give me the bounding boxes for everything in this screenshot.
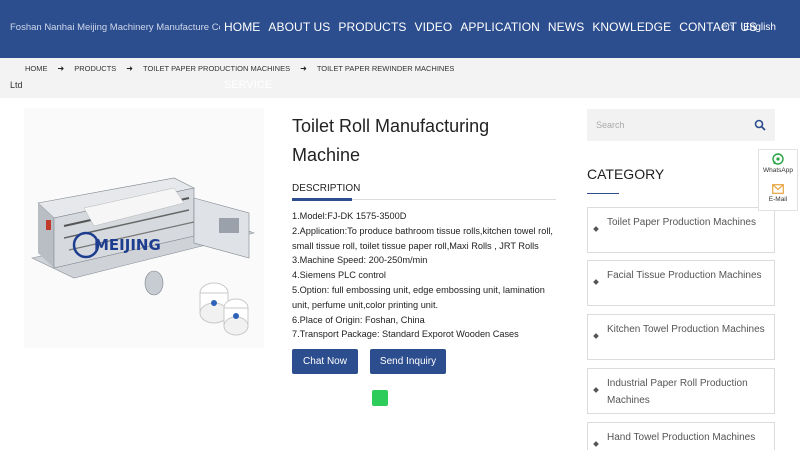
description-line: 2.Application:To produce bathroom tissue… (292, 225, 553, 251)
category-item-facial-tissue[interactable]: Facial Tissue Production Machines (587, 260, 775, 306)
nav-news[interactable]: NEWS (548, 20, 584, 34)
search-icon[interactable] (754, 119, 766, 131)
breadcrumb-products[interactable]: PRODUCTS (74, 64, 116, 73)
chat-now-button[interactable]: Chat Now (292, 349, 358, 374)
nav-products[interactable]: PRODUCTS (338, 20, 406, 34)
main-nav: HOME ABOUT US PRODUCTS VIDEO APPLICATION… (224, 20, 765, 34)
description-line: 6.Place of Origin: Foshan, China (292, 314, 425, 325)
nav-application[interactable]: APPLICATION (460, 20, 540, 34)
language-code: en (722, 22, 734, 33)
bullet-icon (593, 226, 599, 232)
whatsapp-link[interactable]: WhatsApp (759, 153, 797, 174)
breadcrumb-toilet-paper-production[interactable]: TOILET PAPER PRODUCTION MACHINES (143, 64, 290, 73)
category-title: CATEGORY (587, 166, 665, 182)
chevron-right-icon: ➜ (300, 64, 307, 73)
whatsapp-label: WhatsApp (763, 167, 793, 174)
description-line: 7.Transport Package: Standard Exporot Wo… (292, 329, 519, 340)
category-label: Industrial Paper Roll Production Machine… (607, 378, 748, 406)
brand-logo-text: MEIJING (94, 236, 161, 254)
send-inquiry-button[interactable]: Send Inquiry (370, 349, 446, 374)
breadcrumb-toilet-paper-rewinder[interactable]: TOILET PAPER REWINDER MACHINES (317, 64, 455, 73)
green-widget-icon[interactable] (372, 390, 388, 406)
breadcrumb-home[interactable]: HOME (25, 64, 48, 73)
mail-icon (772, 184, 784, 194)
bullet-icon (593, 279, 599, 285)
bullet-icon (593, 441, 599, 447)
category-label: Toilet Paper Production Machines (607, 217, 756, 228)
nav-about-us[interactable]: ABOUT US (268, 20, 330, 34)
email-label: E-Mail (768, 196, 788, 203)
description-line: 5.Option: full embossing unit, edge embo… (292, 284, 545, 310)
nav-knowledge[interactable]: KNOWLEDGE (592, 20, 671, 34)
product-image[interactable]: MEIJING (24, 108, 264, 348)
company-name-overflow: Ltd (10, 80, 23, 90)
whatsapp-icon (772, 153, 784, 165)
description-line: 1.Model:FJ-DK 1575-3500D (292, 211, 407, 221)
language-label: English (743, 22, 776, 33)
category-underline (587, 193, 619, 194)
breadcrumb: HOME ➜ PRODUCTS ➜ TOILET PAPER PRODUCTIO… (25, 64, 454, 73)
description-line: 3.Machine Speed: 200-250m/min (292, 255, 428, 266)
category-item-industrial-roll[interactable]: Industrial Paper Roll Production Machine… (587, 368, 775, 414)
nav-video[interactable]: VIDEO (414, 20, 452, 34)
chevron-right-icon: ➜ (126, 64, 133, 73)
bullet-icon (593, 387, 599, 393)
product-title: Toilet Roll Manufacturing Machine (292, 116, 490, 165)
company-name[interactable]: Foshan Nanhai Meijing Machinery Manufact… (10, 22, 220, 33)
bullet-icon (593, 333, 599, 339)
floating-contact: WhatsApp E-Mail (758, 149, 798, 211)
language-selector[interactable]: en English (722, 22, 776, 33)
search-input[interactable]: Search (596, 120, 625, 130)
description-line: 4.Siemens PLC control (292, 270, 386, 281)
tab-active-indicator (292, 198, 352, 201)
search-box: Search (587, 109, 775, 141)
category-item-toilet-paper[interactable]: Toilet Paper Production Machines (587, 207, 775, 253)
category-label: Kitchen Towel Production Machines (607, 324, 765, 335)
tab-description[interactable]: DESCRIPTION (292, 183, 360, 194)
category-item-kitchen-towel[interactable]: Kitchen Towel Production Machines (587, 314, 775, 360)
nav-home[interactable]: HOME (224, 20, 260, 34)
breadcrumb-bar: HOME ➜ PRODUCTS ➜ TOILET PAPER PRODUCTIO… (0, 58, 800, 98)
category-item-hand-towel[interactable]: Hand Towel Production Machines (587, 422, 775, 450)
category-label: Facial Tissue Production Machines (607, 270, 762, 281)
email-link[interactable]: E-Mail (759, 184, 797, 203)
chevron-right-icon: ➜ (57, 64, 65, 73)
product-description: 1.Model:FJ-DK 1575-3500D 2.Application:T… (292, 209, 562, 342)
nav-service-overflow[interactable]: SERVICE (224, 79, 272, 91)
category-label: Hand Towel Production Machines (607, 432, 756, 443)
top-header: Foshan Nanhai Meijing Machinery Manufact… (0, 0, 800, 58)
machine-illustration: MEIJING (24, 108, 264, 348)
